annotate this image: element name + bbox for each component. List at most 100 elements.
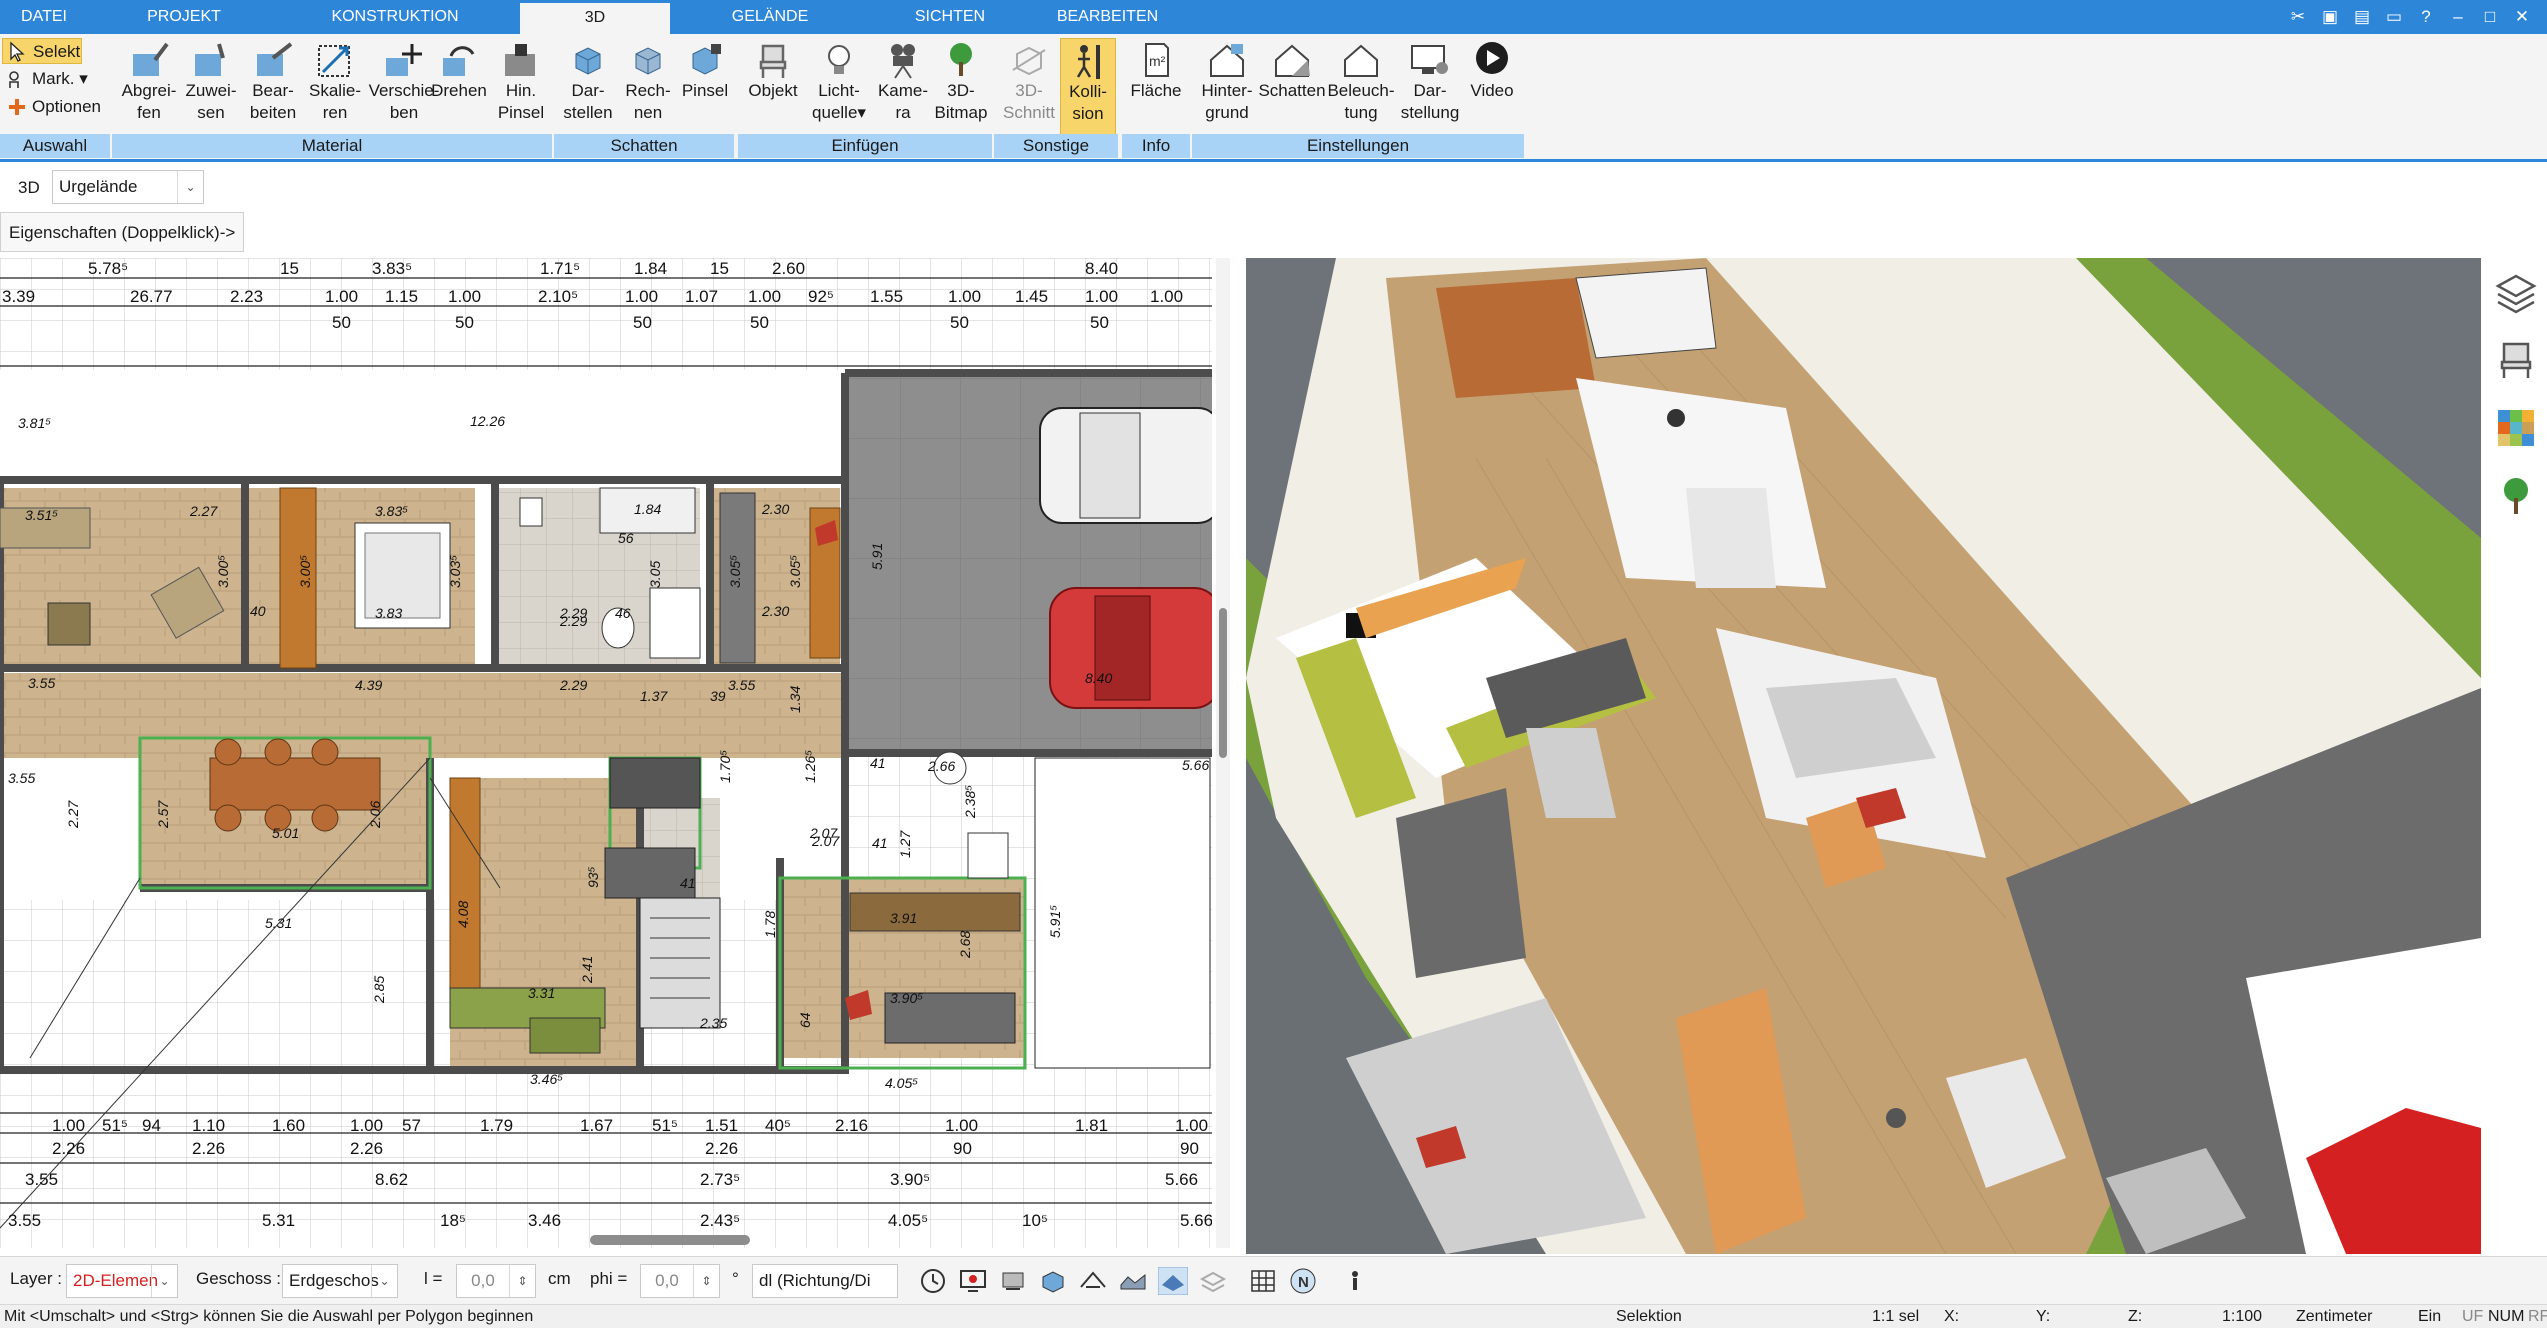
- dimension-label: 3.55: [8, 1211, 41, 1230]
- plan-vertical-scrollbar[interactable]: [1216, 258, 1230, 1248]
- material-scale-button[interactable]: Skalie-ren: [304, 38, 366, 138]
- maximize-icon[interactable]: □: [2477, 4, 2503, 30]
- insert-3d-bitmap-button[interactable]: 3D- Bitmap: [932, 38, 990, 138]
- dimension-label: 2.26: [350, 1139, 383, 1158]
- tab-gelaende[interactable]: GELÄNDE: [710, 0, 830, 34]
- dimension-label: 1.27: [897, 830, 913, 858]
- tab-bearbeiten[interactable]: BEARBEITEN: [1040, 0, 1175, 34]
- layer-label: Layer :: [10, 1269, 62, 1288]
- tab-projekt[interactable]: PROJEKT: [118, 0, 250, 34]
- display-settings-button[interactable]: Dar-stellung: [1398, 38, 1462, 138]
- 3d-box-icon[interactable]: [1038, 1267, 1068, 1295]
- save-icon[interactable]: ▣: [2317, 4, 2343, 30]
- tab-konstruktion[interactable]: KONSTRUKTION: [310, 0, 480, 34]
- material-rotate-button[interactable]: Drehen: [428, 38, 490, 138]
- terrain-dropdown[interactable]: Urgelände ⌄: [52, 170, 204, 204]
- insert-camera-button[interactable]: Kame-ra: [872, 38, 934, 138]
- mark-button[interactable]: Mark. ▾: [2, 66, 107, 92]
- collision-icon: [1076, 45, 1100, 79]
- area-button[interactable]: m² Fläche: [1124, 38, 1188, 138]
- dimension-label: 3.03⁵: [447, 555, 463, 588]
- car-red: [1049, 587, 1212, 709]
- ribbon-button-label: 3D-: [947, 81, 975, 100]
- terrain-icon[interactable]: [1118, 1267, 1148, 1295]
- status-num: NUM: [2488, 1308, 2525, 1325]
- material-pick-button[interactable]: Abgrei-fen: [118, 38, 180, 138]
- status-rf: RF: [2528, 1308, 2547, 1325]
- dimension-label: 41: [872, 835, 888, 851]
- shadow-calc-button[interactable]: Rech-nen: [618, 38, 678, 138]
- length-input[interactable]: 0,0 ⇕: [456, 1264, 536, 1298]
- insert-light-button[interactable]: Licht-quelle▾: [804, 38, 874, 138]
- dimension-label: 2.66: [927, 758, 955, 774]
- status-mode: Selektion: [1616, 1308, 1682, 1325]
- cursor-icon: [10, 41, 25, 62]
- material-assign-button[interactable]: Zuwei-sen: [180, 38, 242, 138]
- close-icon[interactable]: ✕: [2509, 4, 2535, 30]
- ribbon-button-label: Abgrei-: [121, 81, 177, 100]
- layer-dropdown[interactable]: 2D-Elemen ⌄: [66, 1264, 178, 1298]
- background-brush-button[interactable]: Hin. Pinsel: [490, 38, 552, 138]
- layer-stack-icon[interactable]: [1198, 1267, 1228, 1295]
- help-icon[interactable]: ?: [2413, 4, 2439, 30]
- options-button[interactable]: Optionen: [2, 94, 112, 120]
- dimension-label: 1.15: [385, 287, 418, 306]
- material-edit-button[interactable]: Bear-beiten: [242, 38, 304, 138]
- camera-path-icon[interactable]: [998, 1267, 1028, 1295]
- tab-datei[interactable]: DATEI: [0, 0, 88, 34]
- select-button[interactable]: Selekt: [2, 38, 82, 64]
- furniture-icon[interactable]: [2494, 338, 2538, 382]
- phi-input[interactable]: 0,0 ⇕: [640, 1264, 720, 1298]
- dimension-label: 12.26: [470, 413, 505, 429]
- tab-3d[interactable]: 3D: [520, 0, 670, 34]
- stepper-icon[interactable]: ⇕: [693, 1265, 719, 1297]
- ribbon-button-label: Dar-: [571, 81, 605, 100]
- dimension-label: 50: [332, 313, 351, 332]
- lighting-button[interactable]: Beleuch-tung: [1326, 38, 1396, 138]
- scrollbar-thumb[interactable]: [1219, 608, 1227, 758]
- plan-horizontal-scrollbar[interactable]: [590, 1235, 750, 1245]
- floor-plan-view[interactable]: 5.78⁵ 15 3.83⁵ 1.71⁵ 1.84 15 2.60 8.40 3…: [0, 258, 1212, 1248]
- tab-sichten[interactable]: SICHTEN: [890, 0, 1010, 34]
- dimension-label: 1.78: [762, 911, 778, 938]
- ribbon-button-label: Dar-: [1413, 81, 1447, 100]
- clock-icon[interactable]: [918, 1267, 948, 1295]
- screen-capture-icon[interactable]: [958, 1267, 988, 1295]
- insert-object-button[interactable]: Objekt: [742, 38, 804, 138]
- phi-unit: °: [732, 1269, 739, 1288]
- collision-button[interactable]: Kolli-sion: [1060, 38, 1116, 138]
- north-icon[interactable]: N: [1288, 1267, 1318, 1295]
- video-button[interactable]: Video: [1462, 38, 1522, 138]
- grid-icon[interactable]: [1248, 1267, 1278, 1295]
- direction-dropdown[interactable]: dl (Richtung/Di: [752, 1264, 898, 1298]
- stepper-icon[interactable]: ⇕: [509, 1265, 535, 1297]
- plane-view-icon[interactable]: [1158, 1267, 1188, 1295]
- layers-icon[interactable]: [2494, 270, 2538, 314]
- 3d-section-button[interactable]: 3D- Schnitt: [998, 38, 1060, 138]
- tools-icon[interactable]: ✂: [2285, 4, 2311, 30]
- background-button[interactable]: Hinter-grund: [1196, 38, 1258, 138]
- floor-dropdown[interactable]: Erdgeschos ⌄: [282, 1264, 398, 1298]
- ribbon-button-label: Hinter-: [1201, 81, 1253, 100]
- screen-icon[interactable]: ▭: [2381, 4, 2407, 30]
- shadow-show-button[interactable]: Dar-stellen: [558, 38, 618, 138]
- minimize-icon[interactable]: –: [2445, 4, 2471, 30]
- move-icon: [386, 44, 422, 76]
- marker-icon[interactable]: [1340, 1267, 1370, 1295]
- svg-text:N: N: [1298, 1274, 1309, 1291]
- dimension-label: 2.06: [367, 801, 383, 829]
- print-icon[interactable]: ▤: [2349, 4, 2375, 30]
- dimension-label: 5.66: [1182, 757, 1209, 773]
- properties-button[interactable]: Eigenschaften (Doppelklick)->: [0, 212, 245, 252]
- shadow-settings-button[interactable]: Schatten: [1258, 38, 1326, 138]
- dimension-label: 1.84: [634, 501, 661, 517]
- eyedropper-icon: [133, 42, 169, 76]
- shadow-brush-button[interactable]: Pinsel: [678, 38, 732, 138]
- 3d-view[interactable]: [1246, 258, 2481, 1254]
- materials-icon[interactable]: [2494, 406, 2538, 450]
- plants-icon[interactable]: [2494, 474, 2538, 518]
- status-scale: 1:100: [2222, 1308, 2263, 1325]
- status-uf: UF: [2462, 1308, 2484, 1325]
- roof-icon[interactable]: [1078, 1267, 1108, 1295]
- chair-icon: [759, 44, 787, 78]
